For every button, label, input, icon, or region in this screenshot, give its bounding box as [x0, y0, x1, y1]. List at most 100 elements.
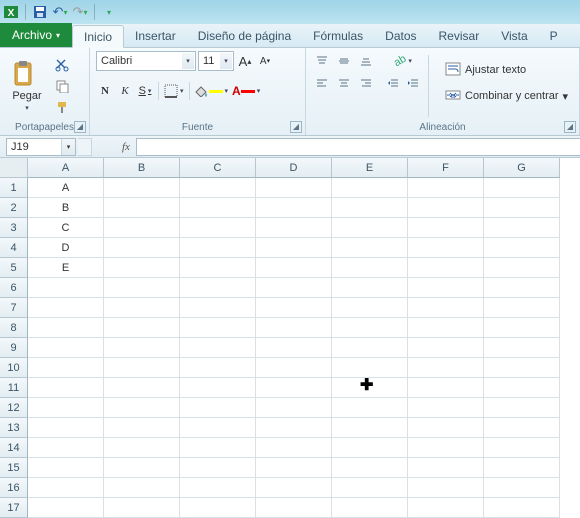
cell-G17[interactable]: [484, 498, 560, 518]
cell-A16[interactable]: [28, 478, 104, 498]
cell-C17[interactable]: [180, 498, 256, 518]
cell-E9[interactable]: [332, 338, 408, 358]
cell-A12[interactable]: [28, 398, 104, 418]
cell-G6[interactable]: [484, 278, 560, 298]
wrap-text-button[interactable]: Ajustar texto: [441, 59, 572, 81]
row-header-17[interactable]: 17: [0, 498, 28, 518]
cell-G5[interactable]: [484, 258, 560, 278]
font-name-combo[interactable]: Calibri▾: [96, 51, 196, 71]
column-header-F[interactable]: F: [408, 158, 484, 178]
fill-color-button[interactable]: ▾: [194, 81, 230, 101]
cell-E4[interactable]: [332, 238, 408, 258]
cell-A15[interactable]: [28, 458, 104, 478]
cell-E15[interactable]: [332, 458, 408, 478]
cell-D11[interactable]: [256, 378, 332, 398]
cell-D1[interactable]: [256, 178, 332, 198]
cell-B7[interactable]: [104, 298, 180, 318]
align-middle-button[interactable]: [334, 51, 354, 71]
cell-D6[interactable]: [256, 278, 332, 298]
cell-A5[interactable]: E: [28, 258, 104, 278]
cell-D17[interactable]: [256, 498, 332, 518]
cell-E11[interactable]: [332, 378, 408, 398]
cell-D8[interactable]: [256, 318, 332, 338]
qat-customize[interactable]: ▾: [100, 3, 118, 21]
row-header-14[interactable]: 14: [0, 438, 28, 458]
cell-B1[interactable]: [104, 178, 180, 198]
cell-D16[interactable]: [256, 478, 332, 498]
cell-G4[interactable]: [484, 238, 560, 258]
name-box-expand[interactable]: [78, 138, 92, 156]
cell-G11[interactable]: [484, 378, 560, 398]
cell-C10[interactable]: [180, 358, 256, 378]
cell-B8[interactable]: [104, 318, 180, 338]
cell-D2[interactable]: [256, 198, 332, 218]
cell-F12[interactable]: [408, 398, 484, 418]
cell-F3[interactable]: [408, 218, 484, 238]
cell-F13[interactable]: [408, 418, 484, 438]
column-header-G[interactable]: G: [484, 158, 560, 178]
orientation-button[interactable]: ab▾: [384, 51, 422, 71]
cell-F8[interactable]: [408, 318, 484, 338]
cell-C12[interactable]: [180, 398, 256, 418]
cell-G12[interactable]: [484, 398, 560, 418]
cell-A14[interactable]: [28, 438, 104, 458]
row-header-6[interactable]: 6: [0, 278, 28, 298]
row-header-16[interactable]: 16: [0, 478, 28, 498]
tab-insertar[interactable]: Insertar: [124, 24, 187, 47]
cell-A13[interactable]: [28, 418, 104, 438]
cell-F10[interactable]: [408, 358, 484, 378]
tab-vista[interactable]: Vista: [490, 24, 538, 47]
cell-E8[interactable]: [332, 318, 408, 338]
column-header-E[interactable]: E: [332, 158, 408, 178]
row-header-7[interactable]: 7: [0, 298, 28, 318]
cell-F7[interactable]: [408, 298, 484, 318]
cell-F1[interactable]: [408, 178, 484, 198]
cell-C6[interactable]: [180, 278, 256, 298]
cell-D12[interactable]: [256, 398, 332, 418]
column-header-A[interactable]: A: [28, 158, 104, 178]
cell-C7[interactable]: [180, 298, 256, 318]
tab-revisar[interactable]: Revisar: [428, 24, 491, 47]
cut-button[interactable]: [52, 56, 72, 74]
cell-F17[interactable]: [408, 498, 484, 518]
align-bottom-button[interactable]: [356, 51, 376, 71]
cell-G1[interactable]: [484, 178, 560, 198]
cell-E5[interactable]: [332, 258, 408, 278]
column-header-D[interactable]: D: [256, 158, 332, 178]
fx-icon[interactable]: fx: [122, 141, 130, 153]
cell-A1[interactable]: A: [28, 178, 104, 198]
column-header-C[interactable]: C: [180, 158, 256, 178]
cell-E13[interactable]: [332, 418, 408, 438]
cell-F11[interactable]: [408, 378, 484, 398]
cell-E7[interactable]: [332, 298, 408, 318]
cell-C8[interactable]: [180, 318, 256, 338]
tab-datos[interactable]: Datos: [374, 24, 427, 47]
cell-B11[interactable]: [104, 378, 180, 398]
cell-A2[interactable]: B: [28, 198, 104, 218]
row-header-9[interactable]: 9: [0, 338, 28, 358]
cell-G15[interactable]: [484, 458, 560, 478]
cell-C13[interactable]: [180, 418, 256, 438]
cell-E6[interactable]: [332, 278, 408, 298]
cell-F15[interactable]: [408, 458, 484, 478]
cell-G10[interactable]: [484, 358, 560, 378]
cell-F9[interactable]: [408, 338, 484, 358]
font-color-button[interactable]: A▾: [231, 81, 261, 101]
cell-F14[interactable]: [408, 438, 484, 458]
cell-F16[interactable]: [408, 478, 484, 498]
row-header-10[interactable]: 10: [0, 358, 28, 378]
cell-E12[interactable]: [332, 398, 408, 418]
cell-D9[interactable]: [256, 338, 332, 358]
save-button[interactable]: [31, 3, 49, 21]
cell-D13[interactable]: [256, 418, 332, 438]
spreadsheet-grid[interactable]: ABCDEFG1A2B3C4D5E67891011121314151617: [0, 158, 580, 518]
paste-button[interactable]: Pegar ▾: [6, 51, 48, 121]
row-header-12[interactable]: 12: [0, 398, 28, 418]
cell-G8[interactable]: [484, 318, 560, 338]
row-header-8[interactable]: 8: [0, 318, 28, 338]
align-left-button[interactable]: [312, 73, 332, 93]
cell-C9[interactable]: [180, 338, 256, 358]
cell-C11[interactable]: [180, 378, 256, 398]
cell-D4[interactable]: [256, 238, 332, 258]
cell-G9[interactable]: [484, 338, 560, 358]
